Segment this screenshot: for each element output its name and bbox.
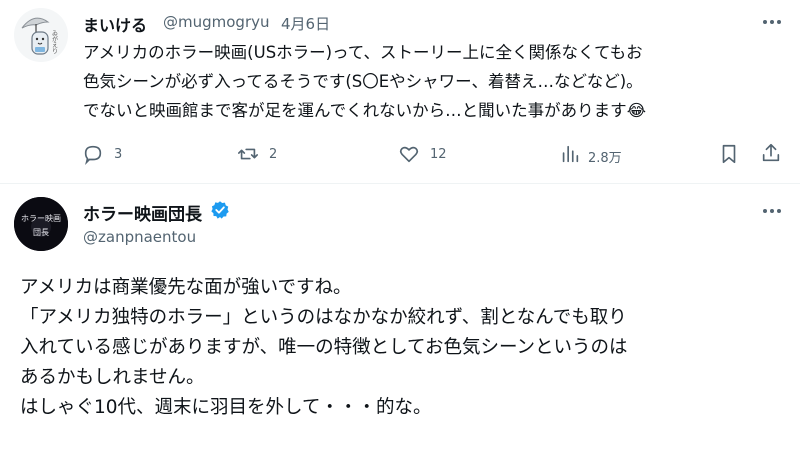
post-text-line: 色気シーンが必ず入ってるそうです(S〇Eやシャワー、着替え…などなど)。: [83, 72, 643, 91]
avatar[interactable]: ゐがえり: [14, 8, 68, 62]
emoji: 😂: [626, 101, 646, 120]
like-count: 12: [430, 147, 447, 162]
post-text-line: アメリカは商業優先な面が強いですね。: [20, 277, 352, 298]
post-text-line: はしゃぐ10代、週末に羽目を外して・・・的な。: [20, 397, 432, 418]
user-handle[interactable]: @zanpnaentou: [83, 228, 196, 246]
avatar-text-top: ホラー映画: [21, 213, 61, 223]
post-text-line: アメリカのホラー映画(USホラー)って、ストーリー上に全く関係なくてもお: [83, 43, 643, 62]
post-reply: ゐがえり まいける @mugmogryu · 4月6日 アメリカのホラー映画(U…: [0, 0, 800, 183]
repost-icon[interactable]: [236, 143, 260, 165]
avatar-caption: ゐがえり: [51, 30, 58, 54]
post-text-line: でないと映画館まで客が足を運んでくれないから…と聞いた事があります😂: [83, 101, 646, 120]
avatar[interactable]: ホラー映画 団長: [14, 197, 68, 251]
post-text: アメリカのホラー映画(USホラー)って、ストーリー上に全く関係なくてもお 色気シ…: [83, 38, 646, 125]
more-icon[interactable]: [760, 12, 784, 32]
view-count: 2.8万: [588, 151, 622, 166]
share-icon[interactable]: [760, 142, 782, 164]
verified-badge-icon: [210, 200, 230, 220]
bookmark-icon[interactable]: [718, 143, 740, 165]
post-text-line: 「アメリカ独特のホラー」というのはなかなか絞れず、割となんでも取り: [20, 307, 627, 328]
post-text-line: 入れている感じがありますが、唯一の特徴としてお色気シーンというのは: [20, 337, 628, 358]
like-icon[interactable]: [397, 143, 421, 165]
separator-dot: ·: [265, 13, 270, 31]
display-name[interactable]: ホラー映画団長: [83, 200, 202, 225]
views-icon[interactable]: [559, 143, 581, 165]
post-text-line: あるかもしれません。: [20, 367, 205, 388]
avatar-text-bottom: 団長: [33, 228, 49, 237]
display-name[interactable]: まいける: [83, 12, 147, 36]
reply-count: 3: [114, 147, 123, 162]
reply-icon[interactable]: [82, 143, 104, 165]
more-icon[interactable]: [760, 201, 784, 221]
user-handle[interactable]: @mugmogryu: [163, 13, 270, 31]
repost-count: 2: [269, 147, 278, 162]
post-text: アメリカは商業優先な面が強いですね。 「アメリカ独特のホラー」というのはなかなか…: [20, 273, 628, 423]
post-date[interactable]: 4月6日: [281, 13, 330, 34]
